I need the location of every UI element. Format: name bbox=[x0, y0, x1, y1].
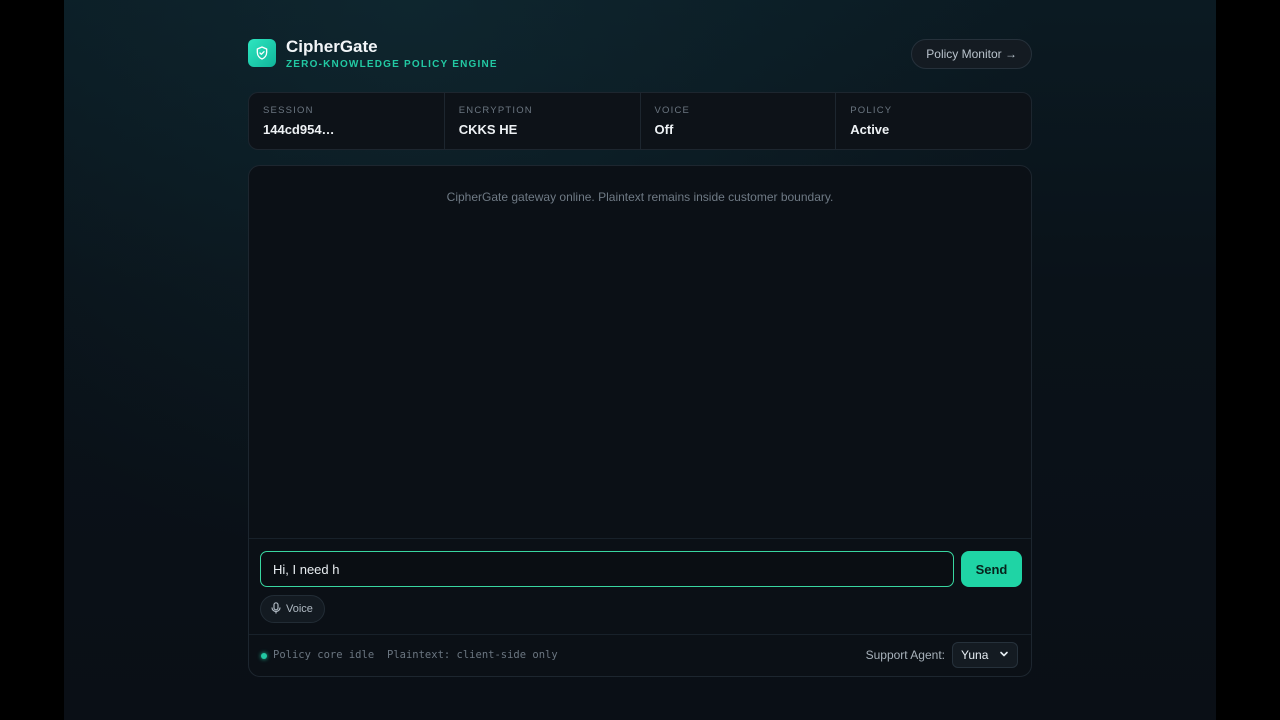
app-tagline: ZERO-KNOWLEDGE POLICY ENGINE bbox=[286, 59, 498, 70]
stat-voice: VOICE Off bbox=[641, 93, 837, 149]
stat-value: CKKS HE bbox=[458, 122, 518, 137]
policy-status: Policy core idle bbox=[273, 649, 375, 661]
status-footer: Policy core idle Plaintext: client-side … bbox=[249, 634, 1031, 676]
stat-label: SESSION bbox=[263, 105, 314, 116]
message-input[interactable] bbox=[260, 551, 954, 587]
stat-label: ENCRYPTION bbox=[458, 105, 533, 116]
stat-label: POLICY bbox=[850, 105, 893, 116]
stat-encryption: ENCRYPTION CKKS HE bbox=[445, 93, 641, 149]
chat-panel: CipherGate gateway online. Plaintext rem… bbox=[248, 165, 1032, 677]
app-title: CipherGate bbox=[286, 37, 378, 56]
send-button[interactable]: Send bbox=[961, 551, 1022, 587]
stat-session: SESSION 144cd954… bbox=[249, 93, 445, 149]
shield-icon bbox=[248, 39, 276, 67]
stat-policy: POLICY Active bbox=[836, 93, 1031, 149]
plaintext-note: Plaintext: client-side only bbox=[387, 649, 558, 661]
status-indicator bbox=[261, 653, 267, 659]
brand: CipherGate ZERO-KNOWLEDGE POLICY ENGINE bbox=[286, 37, 498, 71]
stat-value: Active bbox=[850, 122, 890, 137]
chevron-down-icon bbox=[999, 648, 1009, 662]
policy-monitor-button[interactable]: Policy Monitor → bbox=[911, 39, 1032, 69]
support-agent-label: Support Agent: bbox=[865, 648, 945, 662]
app-header: CipherGate ZERO-KNOWLEDGE POLICY ENGINE … bbox=[248, 38, 1032, 70]
support-agent-select[interactable]: Yuna bbox=[952, 642, 1018, 668]
agent-selected-value: Yuna bbox=[961, 648, 989, 662]
stat-label: VOICE bbox=[654, 105, 691, 116]
session-stats: SESSION 144cd954… ENCRYPTION CKKS HE VOI… bbox=[248, 92, 1032, 150]
microphone-icon bbox=[271, 601, 281, 617]
stat-value: Off bbox=[654, 122, 674, 137]
stat-value: 144cd954… bbox=[263, 122, 335, 137]
message-composer: Send Voice bbox=[249, 538, 1031, 636]
system-message: CipherGate gateway online. Plaintext rem… bbox=[446, 190, 834, 204]
voice-button[interactable]: Voice bbox=[260, 595, 325, 623]
voice-label: Voice bbox=[286, 603, 313, 615]
